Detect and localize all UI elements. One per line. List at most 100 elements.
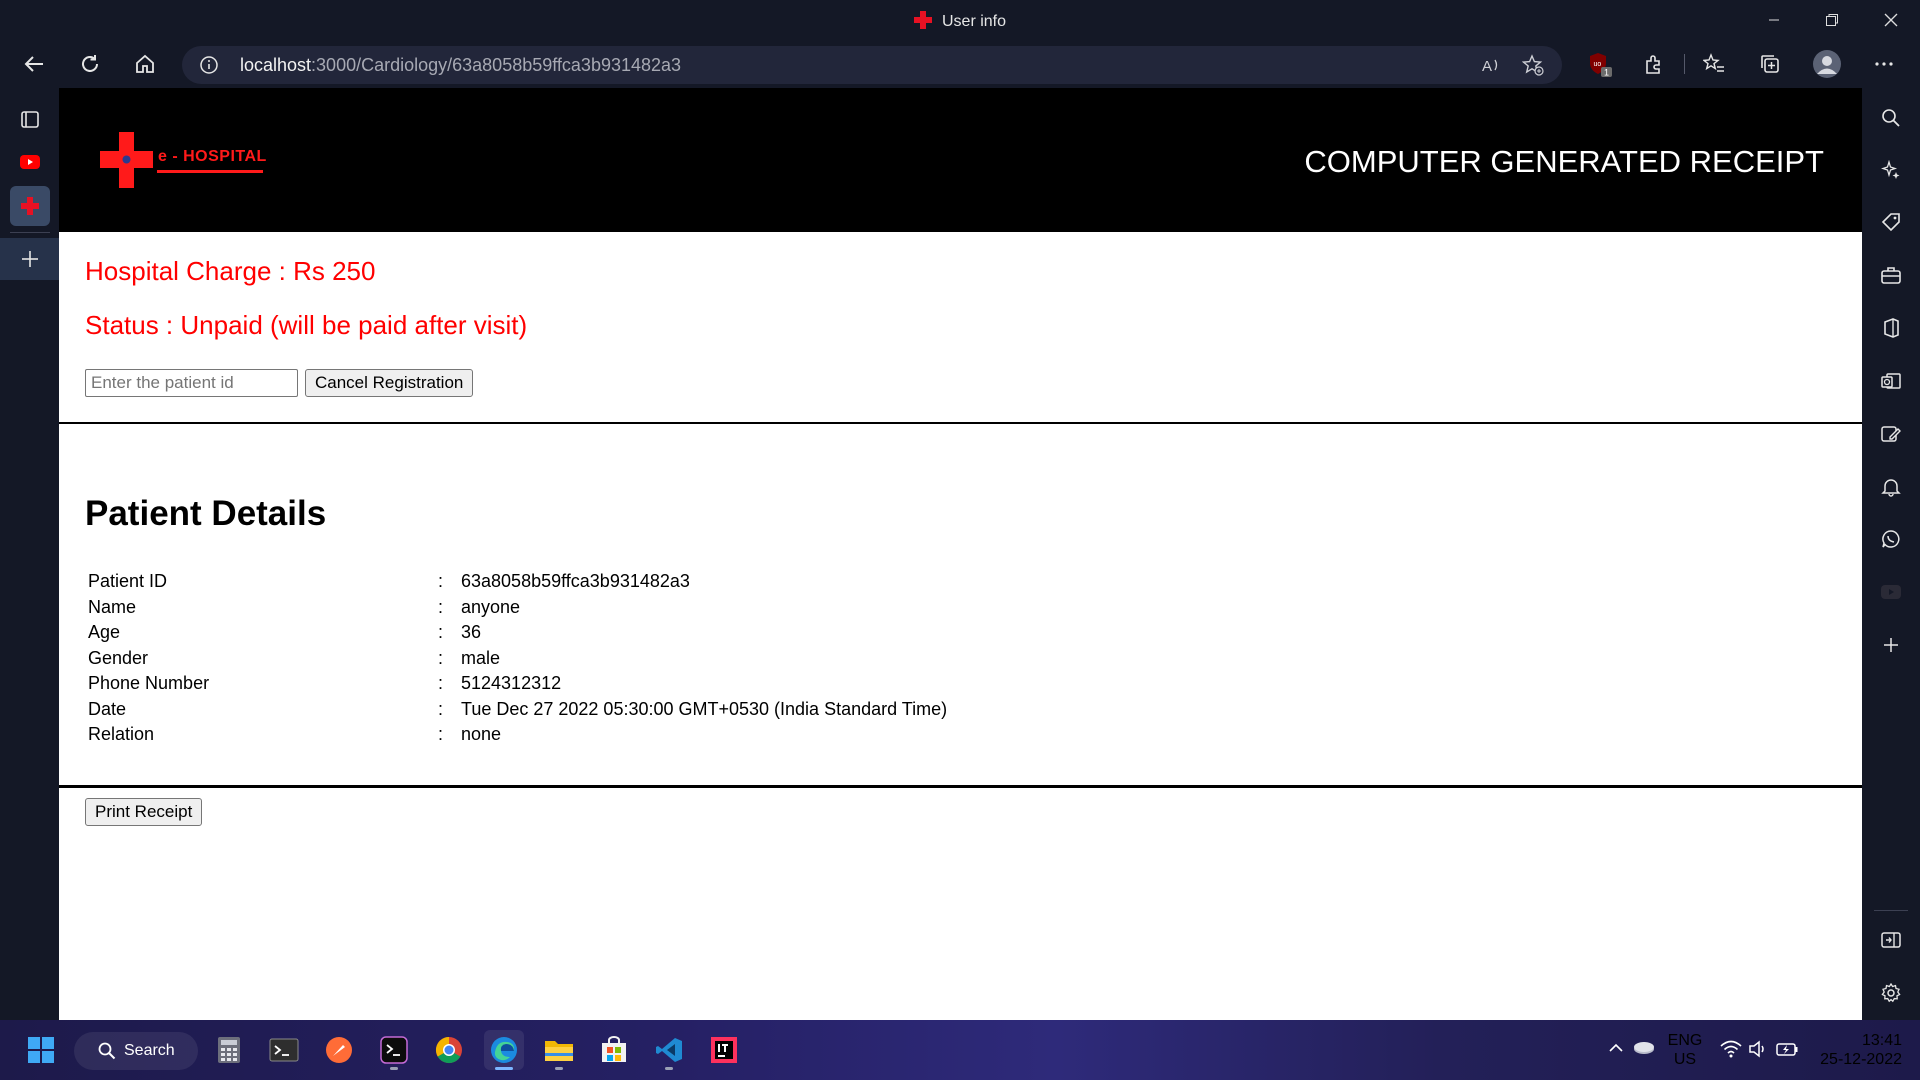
- favorite-star-icon[interactable]: [1522, 54, 1544, 76]
- taskbar-store[interactable]: [594, 1030, 634, 1070]
- favorites-button[interactable]: [1696, 46, 1732, 82]
- sidebar-drop-button[interactable]: [1879, 422, 1903, 446]
- detail-label: Gender: [88, 647, 149, 668]
- home-icon: [136, 54, 154, 73]
- print-receipt-button[interactable]: Print Receipt: [85, 798, 203, 826]
- tab-user-info[interactable]: [10, 186, 50, 226]
- detail-label: Age: [88, 622, 121, 642]
- vscode-icon: [656, 1038, 682, 1062]
- detail-value: 5124312312: [461, 673, 562, 693]
- outlook-icon: [1881, 373, 1901, 389]
- detail-label: Phone Number: [88, 673, 210, 693]
- page-header: e - HOSPITAL COMPUTER GENERATED RECEIPT: [59, 88, 1862, 232]
- sidebar-divider: [1874, 910, 1908, 911]
- taskbar-intellij[interactable]: [704, 1030, 744, 1070]
- window-title-text: User info: [941, 13, 1007, 30]
- site-info-icon[interactable]: [200, 56, 218, 74]
- detail-label: Relation: [88, 724, 155, 744]
- language-indicator[interactable]: ENG US: [1667, 1031, 1703, 1069]
- taskbar-edge[interactable]: [484, 1030, 524, 1070]
- toolbar-divider: [1684, 54, 1685, 74]
- system-clock[interactable]: 13:41 25-12-2022: [1812, 1031, 1902, 1069]
- detail-label: Name: [88, 596, 137, 617]
- sidebar-office-button[interactable]: [1879, 316, 1903, 340]
- gear-icon: [1881, 983, 1901, 1003]
- taskbar-terminal-app[interactable]: [374, 1030, 414, 1070]
- taskbar-postman[interactable]: [319, 1030, 359, 1070]
- taskbar-terminal[interactable]: [264, 1030, 304, 1070]
- whatsapp-icon: [1882, 530, 1900, 548]
- minimize-icon: [1769, 19, 1779, 21]
- extensions-button[interactable]: [1636, 46, 1672, 82]
- sidebar-settings-button[interactable]: [1879, 981, 1903, 1005]
- intellij-icon: [711, 1037, 737, 1063]
- back-arrow-icon: [24, 56, 43, 72]
- detail-value: male: [461, 647, 501, 668]
- address-bar[interactable]: localhost:3000/Cardiology/63a8058b59ffca…: [182, 46, 1562, 84]
- sidebar-add-button[interactable]: [1879, 633, 1903, 657]
- home-button[interactable]: [127, 46, 163, 82]
- receipt-title: COMPUTER GENERATED RECEIPT: [1304, 144, 1824, 179]
- svg-text:uo: uo: [1594, 61, 1602, 68]
- sidebar-outlook-button[interactable]: [1879, 369, 1903, 393]
- taskbar-search[interactable]: Search: [74, 1032, 198, 1070]
- profile-button[interactable]: [1809, 46, 1845, 82]
- taskbar-vscode[interactable]: [649, 1030, 689, 1070]
- favorites-list-icon: [1703, 53, 1724, 72]
- brand-underline: [157, 170, 263, 173]
- start-button[interactable]: [21, 1030, 61, 1070]
- ublock-extension-button[interactable]: uo 1: [1582, 46, 1618, 82]
- tab-actions-button[interactable]: [10, 99, 50, 139]
- title-bar: User info: [0, 0, 1920, 40]
- taskbar-calculator[interactable]: [209, 1030, 249, 1070]
- more-menu-button[interactable]: [1866, 46, 1902, 82]
- collections-button[interactable]: [1752, 46, 1788, 82]
- refresh-button[interactable]: [72, 46, 108, 82]
- svg-text:A: A: [1482, 58, 1492, 75]
- tab-youtube[interactable]: [10, 142, 50, 182]
- restore-button[interactable]: [1803, 0, 1861, 40]
- search-label: Search: [124, 1042, 175, 1059]
- quick-settings[interactable]: [1716, 1020, 1808, 1080]
- section-divider: [59, 785, 1862, 788]
- detail-separator: :: [438, 622, 444, 642]
- detail-label: Date: [88, 698, 127, 719]
- read-aloud-icon[interactable]: A: [1480, 54, 1502, 76]
- new-tab-button[interactable]: [0, 238, 59, 280]
- back-button[interactable]: [16, 46, 52, 82]
- search-icon: [1882, 109, 1900, 127]
- ellipsis-icon: [1875, 62, 1893, 66]
- chrome-icon: [435, 1036, 462, 1064]
- clock-date: 25-12-2022: [1820, 1051, 1902, 1068]
- edge-sidebar: [1862, 88, 1920, 1020]
- sidebar-youtube-button[interactable]: [1879, 580, 1903, 604]
- active-indicator: [495, 1067, 513, 1070]
- detail-label: Patient ID: [88, 571, 168, 591]
- taskbar-file-explorer[interactable]: [539, 1030, 579, 1070]
- sidebar-hide-button[interactable]: [1879, 928, 1903, 952]
- patient-details-title: Patient Details: [85, 494, 327, 533]
- taskbar-chrome[interactable]: [429, 1030, 469, 1070]
- tab-actions-icon: [21, 111, 39, 128]
- postman-icon: [326, 1037, 352, 1063]
- sidebar-notifications-button[interactable]: [1879, 475, 1903, 499]
- tray-onedrive[interactable]: [1626, 1020, 1662, 1080]
- detail-separator: :: [438, 571, 444, 591]
- minimize-button[interactable]: [1745, 0, 1803, 40]
- youtube-icon: [1881, 585, 1901, 599]
- sidebar-search-button[interactable]: [1879, 106, 1903, 130]
- wifi-icon: [1720, 1040, 1742, 1058]
- hospital-logo[interactable]: e - HOSPITAL: [99, 130, 279, 190]
- detail-separator: :: [438, 724, 444, 744]
- sidebar-shopping-button[interactable]: [1879, 210, 1903, 234]
- sidebar-discover-button[interactable]: [1879, 158, 1903, 182]
- sidebar-whatsapp-button[interactable]: [1879, 527, 1903, 551]
- extension-badge-count: 1: [1604, 68, 1609, 78]
- collapse-sidebar-icon: [1881, 932, 1901, 948]
- hospital-cross-icon: [21, 197, 39, 215]
- cancel-registration-button[interactable]: Cancel Registration: [305, 369, 474, 397]
- patient-id-input[interactable]: [85, 369, 298, 397]
- sidebar-tools-button[interactable]: [1879, 263, 1903, 287]
- close-button[interactable]: [1862, 0, 1920, 40]
- url-text[interactable]: localhost:3000/Cardiology/63a8058b59ffca…: [240, 55, 681, 76]
